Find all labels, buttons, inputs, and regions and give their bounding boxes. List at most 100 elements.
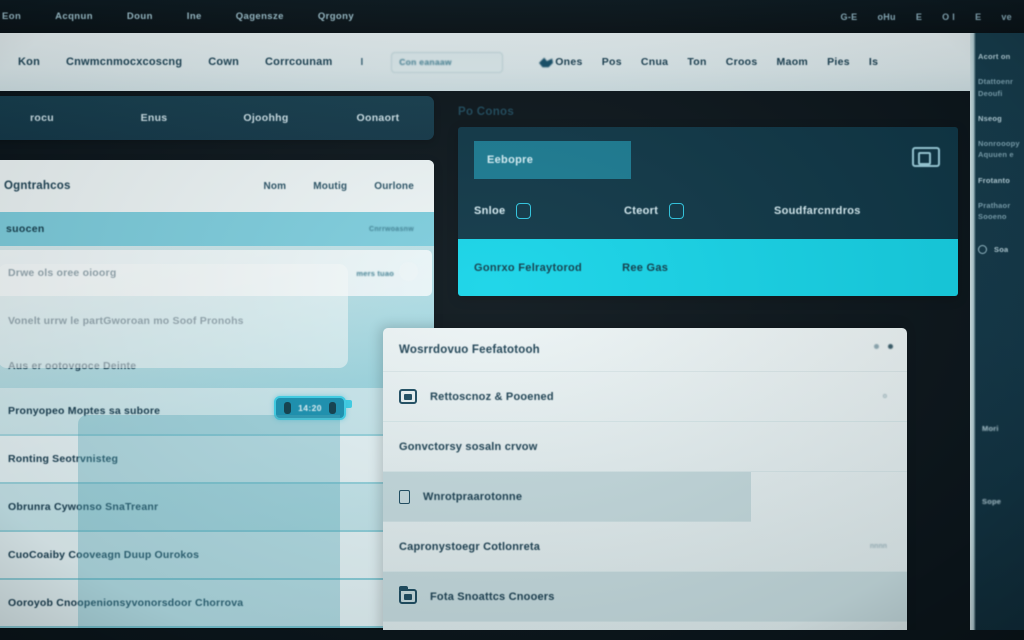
browser-chrome: Kon Cnwmcnmocxcoscng Cown Corrcounam I C…	[0, 33, 1013, 91]
left-panel-search-hint: Cnrrwoasnw	[368, 225, 414, 233]
checkbox-icon[interactable]	[516, 203, 532, 219]
battery-icon[interactable]: E	[916, 12, 922, 22]
left-panel-columns: Nom Moutig Ourlone	[263, 181, 420, 192]
list-item[interactable]: Ooroyob Cnoopenionsyvonorsdoor Chorrova	[0, 580, 432, 626]
footer-action-secondary[interactable]: Ree Gas	[622, 262, 668, 274]
volume-icon[interactable]: E	[975, 12, 981, 22]
system-menu-item[interactable]: Acqnun	[55, 11, 93, 22]
nav-link-croos[interactable]: Croos	[726, 56, 758, 68]
navigation-bar: Kon Cnwmcnmocxcoscng Cown Corrcounam I C…	[0, 47, 1013, 77]
sidebar-item-sublabel: Aquuen e	[978, 150, 1014, 160]
bottom-edge	[0, 630, 1024, 640]
sidebar-item-dtattoenr[interactable]: Dtattoenr Deoufi	[978, 76, 1024, 99]
list-item-meta: nnnn	[869, 543, 887, 550]
sidebar-footer-item-sope[interactable]: Sope	[982, 496, 1001, 507]
system-bar: Eon Acqnun Doun Ine Qagensze Qrgony G-E …	[0, 0, 1024, 33]
column-header-nom[interactable]: Nom	[263, 181, 286, 192]
nav-link-ones[interactable]: Ones	[555, 56, 582, 68]
left-panel-search-row[interactable]: suocen Cnrrwoasnw	[0, 212, 434, 246]
photo-icon	[399, 389, 417, 404]
list-item-label: Capronystoegr Cotlonreta	[399, 540, 541, 553]
system-menu-item[interactable]: Doun	[127, 11, 153, 22]
sync-icon[interactable]: G-E	[841, 12, 858, 22]
list-item[interactable]: Obrunra Cywonso SnaTreanr	[0, 484, 432, 530]
badge-value: 14:20	[298, 403, 322, 413]
sidebar-item-label: Prathaor	[978, 200, 1011, 210]
list-item-label: Pronyopeo Moptes sa subore	[8, 405, 161, 417]
column-header-moutig[interactable]: Moutig	[313, 181, 347, 192]
nav-link-pies[interactable]: Pies	[827, 56, 850, 68]
image-icon[interactable]	[912, 147, 940, 167]
sidebar-item-label: Nseog	[978, 113, 1002, 123]
status-badge[interactable]: 14:20	[274, 396, 346, 420]
badge-dot-right	[328, 402, 336, 414]
right-panel: Wosrrdovuo Feefatotooh Rettoscnoz & Pooe…	[383, 328, 907, 640]
nav-link-is[interactable]: Is	[869, 56, 878, 68]
list-item[interactable]: Pronyopeo Moptes sa subore 14:20	[0, 388, 432, 434]
option-snloe[interactable]: Snloe	[474, 203, 624, 219]
right-panel-title: Wosrrdovuo Feefatotooh	[399, 343, 540, 356]
nav-item-home[interactable]: Kon	[18, 56, 40, 68]
list-item[interactable]: Capronystoegr Cotlonreta nnnn	[383, 522, 907, 572]
option-cteort[interactable]: Cteort	[624, 203, 774, 219]
power-icon[interactable]: ve	[1001, 12, 1012, 22]
list-item-selected[interactable]: Fota Snoattcs Cnooers	[383, 572, 907, 622]
list-item-label: Ooroyob Cnoopenionsyvonorsdoor Chorrova	[8, 597, 244, 609]
tab-rocu[interactable]: rocu	[0, 112, 98, 124]
close-dot-icon[interactable]	[888, 344, 893, 349]
bell-icon[interactable]: oHu	[877, 12, 895, 22]
sidebar-item-label: Frotanto	[978, 175, 1011, 185]
list-item[interactable]: Aus er ootovgoce Deinte	[0, 346, 432, 386]
tab-oonaort[interactable]: Oonaort	[322, 112, 434, 124]
list-item[interactable]: Drwe ols oree oioorg mers tuao	[0, 250, 432, 296]
tab-ojoohhg[interactable]: Ojoohhg	[210, 112, 322, 124]
option-label: Cteort	[624, 205, 659, 217]
sidebar-item-label: Soa	[994, 245, 1009, 255]
column-header-ourlone[interactable]: Ourlone	[374, 181, 414, 192]
nav-link-maom[interactable]: Maom	[777, 56, 809, 68]
minimize-dot-icon[interactable]	[874, 344, 879, 349]
tab-enus[interactable]: Enus	[98, 112, 210, 124]
system-menu-item[interactable]: Ine	[187, 11, 202, 22]
nav-item-long[interactable]: Cnwmcnmocxcoscng	[66, 56, 182, 68]
footer-action-primary[interactable]: Gonrxo Felraytorod	[474, 262, 582, 274]
system-menu-item[interactable]: Eon	[2, 11, 21, 22]
nav-link-cnua[interactable]: Cnua	[641, 56, 668, 68]
wifi-icon[interactable]: O I	[942, 12, 955, 22]
option-label: Soudfarcnrdros	[774, 205, 861, 217]
list-item-label: Obrunra Cywonso SnaTreanr	[8, 501, 159, 513]
list-item-label: Drwe ols oree oioorg	[8, 267, 117, 279]
list-item-label: Vonelt urrw le partGworoan mo Soof Prono…	[8, 315, 244, 327]
list-item[interactable]: Gonvctorsy sosaln crvow	[383, 422, 907, 472]
teal-card-input[interactable]: Eebopre	[474, 141, 631, 179]
nav-link-ton[interactable]: Ton	[687, 56, 706, 68]
list-item[interactable]: Rettoscnoz & Pooened o	[383, 372, 907, 422]
sidebar-item-nonrooopy[interactable]: Nonrooopy Aquuen e	[978, 138, 1024, 161]
sidebar-footer-item-mori[interactable]: Mori	[982, 423, 1001, 434]
option-soudfarcnrdros[interactable]: Soudfarcnrdros	[774, 205, 861, 217]
system-menu-item[interactable]: Qrgony	[318, 11, 354, 22]
avatar[interactable]	[399, 262, 418, 281]
sidebar-item-nseog[interactable]: Nseog	[978, 113, 1024, 124]
system-bar-left-menu: Eon Acqnun Doun Ine Qagensze Qrgony	[0, 11, 354, 22]
search-input[interactable]: Con eanaaw	[391, 51, 504, 73]
list-item[interactable]: Vonelt urrw le partGworoan mo Soof Prono…	[0, 298, 432, 344]
checkbox-icon[interactable]	[669, 203, 685, 219]
list-item-selected[interactable]: Wnrotpraarotonne	[383, 472, 751, 522]
sidebar-item-frotanto[interactable]: Frotanto	[978, 175, 1024, 186]
sidebar-item-label: Nonrooopy	[978, 139, 1020, 148]
system-menu-item[interactable]: Qagensze	[236, 11, 284, 22]
nav-item-account[interactable]: Corrcounam	[265, 56, 332, 68]
list-item[interactable]: CuoCoaiby Cooveagn Duup Ourokos	[0, 532, 432, 578]
list-item-label: Rettoscnoz & Pooened	[430, 390, 554, 403]
sidebar-item-settings[interactable]: Soa	[978, 244, 1024, 255]
sidebar-item-acort[interactable]: Acort on	[978, 51, 1024, 62]
nav-item-down[interactable]: Cown	[208, 56, 239, 68]
teal-card: Eebopre Snloe Cteort Soudfarcnrdros Gonr…	[458, 127, 958, 296]
list-item-label: CuoCoaiby Cooveagn Duup Ourokos	[8, 549, 200, 561]
nav-separator: I	[360, 56, 364, 68]
list-item[interactable]: Ronting Seotrvnisteg	[0, 436, 432, 482]
sidebar-item-prathaor[interactable]: Prathaor Sooeno	[978, 200, 1024, 223]
sidebar-item-sublabel: Deoufi	[978, 88, 1003, 98]
nav-link-pos[interactable]: Pos	[602, 56, 622, 68]
